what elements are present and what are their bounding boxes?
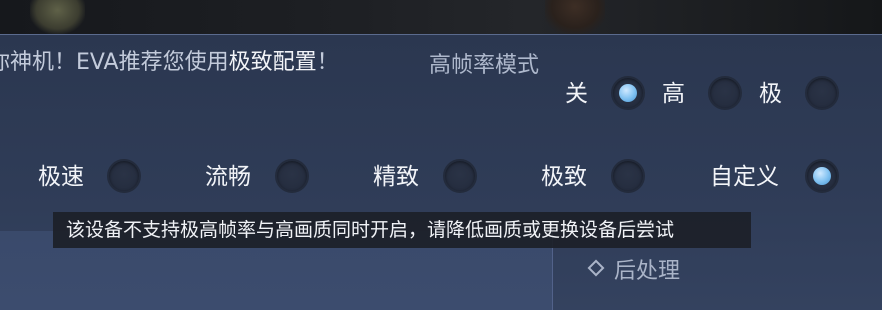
recommendation-text: 你神机！EVA推荐您使用 极致配置！: [0, 41, 339, 79]
recommendation-highlight: 极致配置: [228, 50, 317, 75]
graphics-settings-screen: 你神机！EVA推荐您使用 极致配置！ 高帧率模式 关 高 极 极速 流畅 精致 极…: [0, 0, 882, 310]
unsupported-tooltip: 该设备不支持极高帧率与高画质同时开启，请降低画质或更换设备后尝试: [53, 212, 751, 248]
quality-option-custom-label[interactable]: 自定义: [710, 163, 779, 191]
quality-option-ultimate-label[interactable]: 极致: [541, 163, 587, 191]
recommendation-suffix: ！: [316, 50, 339, 75]
quality-option-fastest-radio[interactable]: [107, 159, 141, 193]
hfr-option-extreme-radio[interactable]: [805, 76, 839, 110]
scene-rock: [30, 0, 85, 34]
quality-option-fine-radio[interactable]: [443, 159, 477, 193]
hfr-option-off-radio[interactable]: [611, 76, 645, 110]
scene-tower: [545, 0, 605, 34]
quality-option-ultimate-radio[interactable]: [611, 159, 645, 193]
post-processing-section[interactable]: 后处理: [587, 253, 681, 285]
high-frame-rate-label: 高帧率模式: [429, 53, 540, 78]
hfr-option-off-label[interactable]: 关: [565, 80, 588, 108]
diamond-icon: [587, 259, 605, 277]
hfr-option-high-label[interactable]: 高: [662, 80, 685, 108]
post-processing-label: 后处理: [614, 259, 681, 284]
hfr-option-extreme-label[interactable]: 极: [759, 80, 782, 108]
recommendation-prefix: 你神机！EVA推荐您使用: [0, 50, 229, 75]
quality-option-smooth-radio[interactable]: [275, 159, 309, 193]
hfr-option-high-radio[interactable]: [708, 76, 742, 110]
quality-option-smooth-label[interactable]: 流畅: [205, 163, 251, 191]
quality-option-fine-label[interactable]: 精致: [373, 163, 419, 191]
quality-option-custom-radio[interactable]: [805, 159, 839, 193]
game-scene-background: [0, 0, 882, 34]
quality-option-fastest-label[interactable]: 极速: [38, 163, 84, 191]
